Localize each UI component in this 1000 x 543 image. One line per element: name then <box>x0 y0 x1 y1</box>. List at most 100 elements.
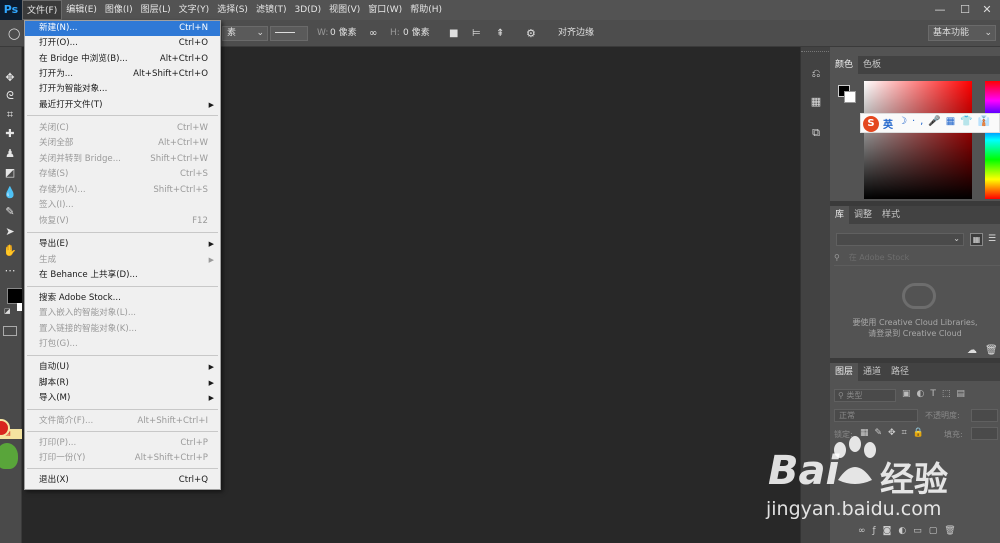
menu-item-label: 搜索 Adobe Stock... <box>39 293 121 303</box>
menu-item-print-one-copy[interactable]: 打印一份(Y) Alt+Shift+Ctrl+P <box>25 451 220 466</box>
menu-item-place-embedded[interactable]: 置入嵌入的智能对象(L)... <box>25 306 220 321</box>
eraser-tool-icon[interactable]: ◩ <box>0 164 20 182</box>
ime-mode-toggle[interactable]: 英 <box>883 116 893 131</box>
move-tool-icon[interactable]: ✥ <box>0 69 20 87</box>
path-alignment-icon[interactable]: ⊨ <box>472 20 481 47</box>
menu-item-save-as[interactable]: 存储为(A)... Shift+Ctrl+S <box>25 183 220 198</box>
shape-mode-dropdown[interactable]: 素 ⌄ <box>222 26 268 41</box>
quick-mask-icon[interactable] <box>3 326 17 336</box>
history-panel-icon[interactable]: ⎌ <box>807 65 825 83</box>
close-button[interactable]: ✕ <box>972 0 1000 20</box>
menu-filter[interactable]: 滤镜(T) <box>252 0 291 20</box>
menu-item-file-info[interactable]: 文件简介(F)... Alt+Shift+Ctrl+I <box>25 414 220 429</box>
blur-tool-icon[interactable]: 💧 <box>0 184 20 202</box>
crop-tool-icon[interactable]: ⌗ <box>0 106 20 124</box>
menu-edit[interactable]: 编辑(E) <box>62 0 101 20</box>
menu-item-close[interactable]: 关闭(C) Ctrl+W <box>25 121 220 136</box>
workspace-dropdown[interactable]: 基本功能 ⌄ <box>928 25 996 41</box>
blend-mode-dropdown[interactable]: 正常 <box>834 409 918 422</box>
menu-select[interactable]: 选择(S) <box>213 0 252 20</box>
menu-layer[interactable]: 图层(L) <box>137 0 175 20</box>
list-view-icon[interactable]: ☰ <box>988 233 1000 246</box>
gear-icon[interactable]: ⚙ <box>526 20 536 47</box>
color-picker-field[interactable] <box>864 81 972 199</box>
hand-tool-icon[interactable]: ✋ <box>0 242 20 260</box>
library-panel-tabs: 库 调整 样式 <box>830 206 1000 224</box>
tab-paths[interactable]: 路径 <box>886 363 914 381</box>
sogou-logo-icon[interactable]: S <box>863 116 879 132</box>
menu-item-revert[interactable]: 恢复(V) F12 <box>25 214 220 229</box>
menu-item-export[interactable]: 导出(E) ▶ <box>25 237 220 252</box>
cc-sync-icon[interactable]: ☁ <box>967 345 977 356</box>
menu-item-save[interactable]: 存储(S) Ctrl+S <box>25 167 220 182</box>
menu-type[interactable]: 文字(Y) <box>175 0 214 20</box>
more-tools-icon[interactable]: ⋯ <box>0 262 20 280</box>
hue-slider[interactable] <box>985 81 1000 199</box>
link-icon[interactable]: ∞ <box>369 20 377 47</box>
tab-layers[interactable]: 图层 <box>830 363 859 381</box>
tab-channels[interactable]: 通道 <box>858 363 886 381</box>
menu-item-new[interactable]: 新建(N)... Ctrl+N <box>25 21 220 36</box>
menu-item-print[interactable]: 打印(P)... Ctrl+P <box>25 436 220 451</box>
dock-grip[interactable] <box>801 51 831 54</box>
healing-brush-icon[interactable]: ✚ <box>0 125 20 143</box>
library-select[interactable]: ⌄ <box>836 233 964 246</box>
swap-colors-icon[interactable]: ◪ <box>4 307 11 315</box>
menu-item-share-behance[interactable]: 在 Behance 上共享(D)... <box>25 268 220 283</box>
properties-panel-icon[interactable]: ▦ <box>807 93 825 111</box>
tool-preset-icon[interactable]: ◯ <box>8 20 20 47</box>
lasso-tool-icon[interactable]: ᘓ <box>0 87 20 105</box>
menu-item-scripts[interactable]: 脚本(R) ▶ <box>25 376 220 391</box>
fill-field[interactable] <box>971 427 998 440</box>
foreground-color-swatch[interactable] <box>7 288 23 304</box>
stroke-type-dropdown[interactable] <box>270 26 308 41</box>
menu-image[interactable]: 图像(I) <box>101 0 137 20</box>
clone-stamp-icon[interactable]: ♟ <box>0 145 20 163</box>
menu-item-open[interactable]: 打开(O)... Ctrl+O <box>25 36 220 51</box>
menu-item-search-adobe-stock[interactable]: 搜索 Adobe Stock... <box>25 291 220 306</box>
tab-styles[interactable]: 样式 <box>877 206 905 224</box>
path-arrangement-icon[interactable]: ⇞ <box>496 20 504 47</box>
menu-item-close-go-bridge[interactable]: 关闭并转到 Bridge... Shift+Ctrl+W <box>25 152 220 167</box>
path-selection-icon[interactable]: ➤ <box>0 223 20 241</box>
layer-action-icons[interactable]: ∞ƒ◙◐▭▢🗑 <box>858 526 963 536</box>
menu-view[interactable]: 视图(V) <box>325 0 364 20</box>
stock-search-field[interactable]: ⚲ 在 Adobe Stock <box>834 252 1000 266</box>
menu-item-recent-files[interactable]: 最近打开文件(T) ▶ <box>25 98 220 113</box>
brush-panel-icon[interactable]: ⧉ <box>807 124 825 142</box>
height-field[interactable]: 0 像素 <box>403 20 430 47</box>
menu-item-shortcut: Alt+Shift+Ctrl+I <box>137 416 208 426</box>
tab-libraries[interactable]: 库 <box>830 206 850 224</box>
menu-window[interactable]: 窗口(W) <box>364 0 406 20</box>
menu-item-exit[interactable]: 退出(X) Ctrl+Q <box>25 473 220 488</box>
menu-item-check-in[interactable]: 签入(I)... <box>25 198 220 213</box>
trash-icon[interactable]: 🗑 <box>985 345 998 356</box>
menu-item-close-all[interactable]: 关闭全部 Alt+Ctrl+W <box>25 136 220 151</box>
menu-item-label: 打印一份(Y) <box>39 453 86 463</box>
menu-item-place-linked[interactable]: 置入链接的智能对象(K)... <box>25 322 220 337</box>
tab-swatches[interactable]: 色板 <box>858 56 886 74</box>
pen-tool-icon[interactable]: ✎ <box>0 203 20 221</box>
tab-adjustments[interactable]: 调整 <box>849 206 877 224</box>
layer-filter-dropdown[interactable]: ⚲ 类型 <box>834 389 896 402</box>
menu-file[interactable]: 文件(F) <box>22 0 63 20</box>
opacity-field[interactable] <box>971 409 998 422</box>
menu-item-browse-bridge[interactable]: 在 Bridge 中浏览(B)... Alt+Ctrl+O <box>25 52 220 67</box>
layer-filter-icons[interactable]: ▣◐T⬚▤ <box>902 389 971 399</box>
menu-3d[interactable]: 3D(D) <box>290 0 325 20</box>
menu-item-open-as-smart-object[interactable]: 打开为智能对象... <box>25 82 220 97</box>
menu-item-package[interactable]: 打包(G)... <box>25 337 220 352</box>
menu-item-label: 关闭(C) <box>39 123 69 133</box>
menu-item-import[interactable]: 导入(M) ▶ <box>25 391 220 406</box>
menu-help[interactable]: 帮助(H) <box>406 0 446 20</box>
menu-item-automate[interactable]: 自动(U) ▶ <box>25 360 220 375</box>
ime-tool-icons[interactable]: ☽·,🎤▦👕👔 <box>898 116 995 127</box>
width-field[interactable]: 0 像素 <box>330 20 357 47</box>
path-operations-icon[interactable]: ■ <box>449 20 458 47</box>
tab-color[interactable]: 颜色 <box>830 56 859 74</box>
grid-view-icon[interactable]: ▦ <box>970 233 983 246</box>
menu-item-open-as[interactable]: 打开为... Alt+Shift+Ctrl+O <box>25 67 220 82</box>
color-background-swatch[interactable] <box>844 91 856 103</box>
menu-item-generate[interactable]: 生成 ▶ <box>25 253 220 268</box>
menu-separator <box>27 286 218 287</box>
